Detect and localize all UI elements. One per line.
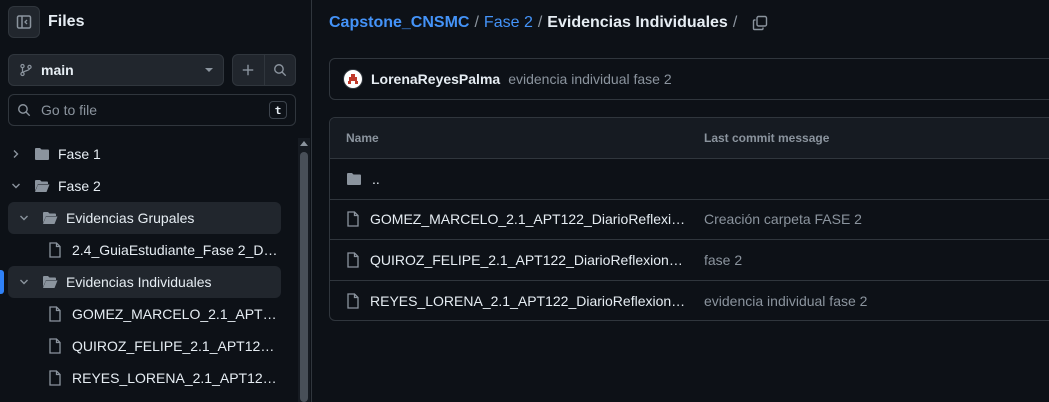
file-icon (346, 211, 360, 227)
search-icon (18, 104, 31, 117)
sidebar-collapse-icon (16, 15, 32, 29)
sidebar-title: Files (48, 13, 85, 30)
tree-item-label: QUIROZ_FELIPE_2.1_APT122_D... (72, 338, 281, 354)
breadcrumb-folder-link[interactable]: Fase 2 (484, 14, 533, 32)
tree-item-label: REYES_LORENA_2.1_APT122_D... (72, 370, 281, 386)
column-header-name: Name (346, 131, 379, 145)
search-code-button[interactable] (265, 55, 296, 85)
commit-author-link[interactable]: LorenaReyesPalma (371, 71, 500, 87)
file-icon (346, 293, 360, 309)
tree-item-file[interactable]: REYES_LORENA_2.1_APT122_D... (8, 362, 281, 394)
tree-item-label: Fase 1 (58, 146, 101, 162)
avatar[interactable] (343, 69, 363, 89)
table-row[interactable]: REYES_LORENA_2.1_APT122_DiarioReflexionF… (330, 281, 1049, 321)
keyboard-shortcut-badge: t (269, 101, 287, 119)
branch-row: main (8, 54, 296, 86)
commit-message-link[interactable]: fase 2 (704, 252, 1049, 268)
latest-commit-box: LorenaReyesPalma evidencia individual fa… (329, 58, 1049, 100)
table-row[interactable]: GOMEZ_MARCELO_2.1_APT122_DiarioReflexion… (330, 200, 1049, 240)
file-name-link[interactable]: QUIROZ_FELIPE_2.1_APT122_DiarioReflexion… (370, 252, 690, 268)
table-row-parent-directory[interactable]: .. (330, 159, 1049, 200)
tree-item-file[interactable]: QUIROZ_FELIPE_2.1_APT122_D... (8, 330, 281, 362)
table-row[interactable]: QUIROZ_FELIPE_2.1_APT122_DiarioReflexion… (330, 240, 1049, 281)
folder-open-icon (42, 211, 58, 225)
sidebar-action-group (232, 54, 296, 86)
folder-open-icon (34, 179, 50, 193)
file-icon (48, 338, 62, 354)
sidebar-scrollbar[interactable] (298, 138, 310, 402)
breadcrumb-repo-link[interactable]: Capstone_CNSMC (329, 14, 469, 32)
scroll-up-arrow-icon[interactable] (300, 141, 308, 146)
file-tree-sidebar: Files main Go to file t Fase 1 Fase 2 Ev… (0, 0, 312, 402)
search-icon (273, 64, 286, 77)
file-table: Name Last commit message .. GOMEZ_MARCEL… (329, 117, 1049, 321)
git-branch-icon (20, 63, 32, 77)
sidebar-header: Files (8, 6, 84, 38)
copy-path-button[interactable] (752, 15, 768, 31)
chevron-down-icon (18, 212, 30, 224)
folder-open-icon (42, 275, 58, 289)
main-content: Capstone_CNSMC / Fase 2 / Evidencias Ind… (313, 0, 1049, 402)
avatar-identicon-icon (348, 74, 358, 84)
file-tree: Fase 1 Fase 2 Evidencias Grupales 2.4_Gu… (0, 138, 296, 394)
breadcrumb-separator: / (474, 14, 479, 31)
column-header-message: Last commit message (704, 131, 830, 145)
plus-icon (243, 64, 254, 76)
file-icon (48, 370, 62, 386)
tree-item-fase-2[interactable]: Fase 2 (8, 170, 281, 202)
commit-message-link[interactable]: evidencia individual fase 2 (704, 293, 1049, 309)
breadcrumb-current: Evidencias Individuales (547, 14, 728, 31)
scrollbar-thumb[interactable] (300, 152, 308, 402)
breadcrumb-separator: / (537, 14, 543, 31)
chevron-right-icon (10, 148, 22, 160)
tree-item-label: GOMEZ_MARCELO_2.1_APT12... (72, 306, 281, 322)
folder-icon (34, 147, 50, 161)
collapse-sidebar-button[interactable] (8, 6, 40, 38)
folder-icon (346, 172, 362, 186)
tree-item-label: 2.4_GuiaEstudiante_Fase 2_Des... (72, 242, 281, 258)
parent-directory-link[interactable]: .. (372, 171, 380, 187)
go-to-file-placeholder: Go to file (41, 102, 98, 118)
tree-item-file[interactable]: GOMEZ_MARCELO_2.1_APT12... (8, 298, 281, 330)
breadcrumb-separator: / (732, 14, 738, 31)
commit-message-link[interactable]: evidencia individual fase 2 (508, 71, 671, 87)
table-header: Name Last commit message (330, 118, 1049, 159)
chevron-down-icon (18, 276, 30, 288)
file-icon (48, 306, 62, 322)
add-file-button[interactable] (233, 55, 265, 85)
file-icon (346, 252, 360, 268)
breadcrumb: Capstone_CNSMC / Fase 2 / Evidencias Ind… (329, 12, 768, 34)
copy-icon (753, 15, 768, 31)
file-name-link[interactable]: GOMEZ_MARCELO_2.1_APT122_DiarioReflexion… (370, 211, 690, 227)
chevron-down-icon (205, 68, 213, 72)
chevron-down-icon (10, 180, 22, 192)
commit-message-link[interactable]: Creación carpeta FASE 2 (704, 211, 1049, 227)
tree-item-evidencias-grupales[interactable]: Evidencias Grupales (8, 202, 281, 234)
file-icon (48, 242, 62, 258)
tree-item-label: Evidencias Grupales (66, 210, 195, 226)
tree-item-label: Evidencias Individuales (66, 274, 212, 290)
tree-item-file[interactable]: 2.4_GuiaEstudiante_Fase 2_Des... (8, 234, 281, 266)
tree-item-fase-1[interactable]: Fase 1 (8, 138, 281, 170)
tree-item-evidencias-individuales[interactable]: Evidencias Individuales (8, 266, 281, 298)
tree-item-label: Fase 2 (58, 178, 101, 194)
branch-name: main (41, 62, 74, 78)
branch-selector[interactable]: main (8, 54, 224, 86)
file-name-link[interactable]: REYES_LORENA_2.1_APT122_DiarioReflexionF… (370, 293, 690, 309)
go-to-file-input[interactable]: Go to file t (8, 94, 296, 126)
